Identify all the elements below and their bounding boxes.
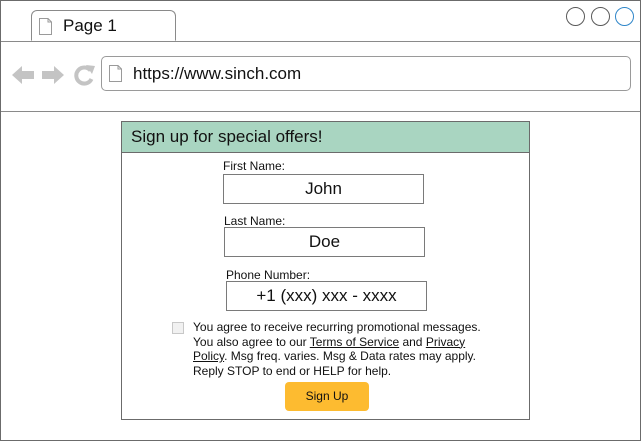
tab-strip: Page 1 xyxy=(1,1,640,42)
window-button-1[interactable] xyxy=(566,7,585,26)
url-text: https://www.sinch.com xyxy=(133,64,302,83)
consent-text-part2: and xyxy=(399,334,426,349)
consent-checkbox[interactable] xyxy=(172,322,184,334)
window-button-2[interactable] xyxy=(591,7,610,26)
back-arrow-icon[interactable] xyxy=(11,64,35,86)
browser-window: Page 1 https://www.sinch.com Sign up for… xyxy=(0,0,641,441)
consent-text: You agree to receive recurring promotion… xyxy=(193,320,493,378)
first-name-label: First Name: xyxy=(223,159,286,173)
phone-number-field[interactable]: +1 (xxx) xxx - xxxx xyxy=(226,281,427,311)
first-name-field[interactable]: John xyxy=(223,174,424,204)
terms-of-service-link[interactable]: Terms of Service xyxy=(310,335,399,349)
form-header: Sign up for special offers! xyxy=(122,122,529,153)
phone-number-label: Phone Number: xyxy=(226,268,311,282)
form-title: Sign up for special offers! xyxy=(131,127,323,146)
reload-icon[interactable] xyxy=(72,64,96,86)
consent-text-part3: . Msg freq. varies. Msg & Data rates may… xyxy=(193,349,476,378)
address-bar[interactable]: https://www.sinch.com xyxy=(101,56,631,91)
tab-page-1[interactable]: Page 1 xyxy=(31,10,176,41)
page-icon xyxy=(109,65,122,82)
page-icon xyxy=(39,18,52,35)
sign-up-button[interactable]: Sign Up xyxy=(285,382,369,411)
last-name-label: Last Name: xyxy=(224,214,286,228)
forward-arrow-icon[interactable] xyxy=(41,64,65,86)
tab-label: Page 1 xyxy=(63,16,117,35)
signup-form: Sign up for special offers! First Name: … xyxy=(121,121,530,420)
window-button-3[interactable] xyxy=(615,7,634,26)
browser-toolbar: https://www.sinch.com xyxy=(1,42,640,112)
last-name-field[interactable]: Doe xyxy=(224,227,425,257)
